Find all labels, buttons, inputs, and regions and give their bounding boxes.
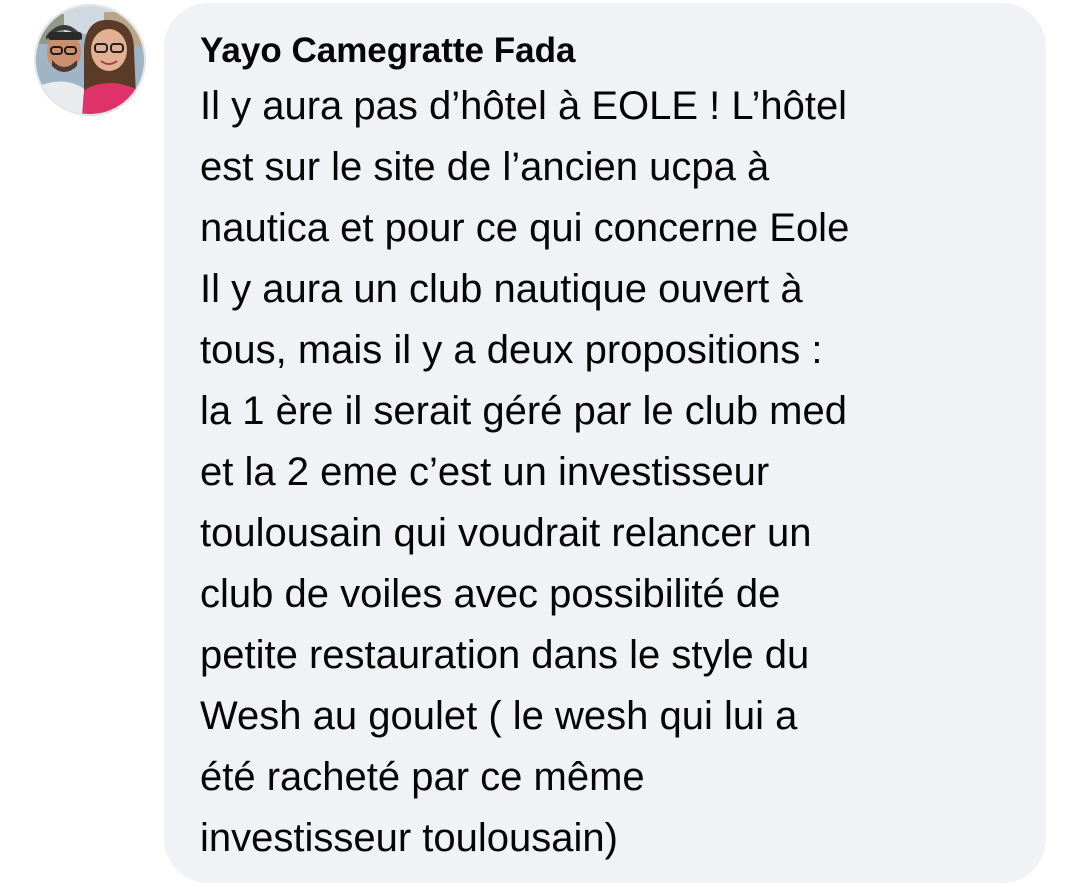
comment-line: club de voiles avec possibilité de <box>200 572 781 616</box>
comment-screen: Yayo Camegratte Fada Il y aura pas d’hôt… <box>0 0 1080 886</box>
comment-line: tous, mais il y a deux propositions : <box>200 328 823 372</box>
comment-line: investisseur toulousain) <box>200 816 618 860</box>
comment-line: petite restauration dans le style du <box>200 633 810 677</box>
comment-line: Wesh au goulet ( le wesh qui lui a <box>200 694 798 738</box>
comment-bubble: Yayo Camegratte Fada Il y aura pas d’hôt… <box>164 3 1046 883</box>
comment-line: est sur le site de l’ancien ucpa à <box>200 145 770 189</box>
comment-line: été racheté par ce même <box>200 755 645 799</box>
comment-line: Il y aura un club nautique ouvert à <box>200 267 803 311</box>
comment-line: toulousain qui voudrait relancer un <box>200 511 812 555</box>
comment-line: la 1 ère il serait géré par le club med <box>200 389 847 433</box>
comment-line: nautica et pour ce qui concerne Eole <box>200 206 850 250</box>
comment-line: et la 2 eme c’est un investisseur <box>200 450 770 494</box>
comment-line: Il y aura pas d’hôtel à EOLE ! L’hôtel <box>200 84 848 128</box>
comment-author-name[interactable]: Yayo Camegratte Fada <box>200 29 1026 73</box>
avatar-photo <box>34 4 146 116</box>
author-avatar[interactable] <box>34 4 146 116</box>
comment-body: Il y aura pas d’hôtel à EOLE ! L’hôtel e… <box>200 76 1026 869</box>
